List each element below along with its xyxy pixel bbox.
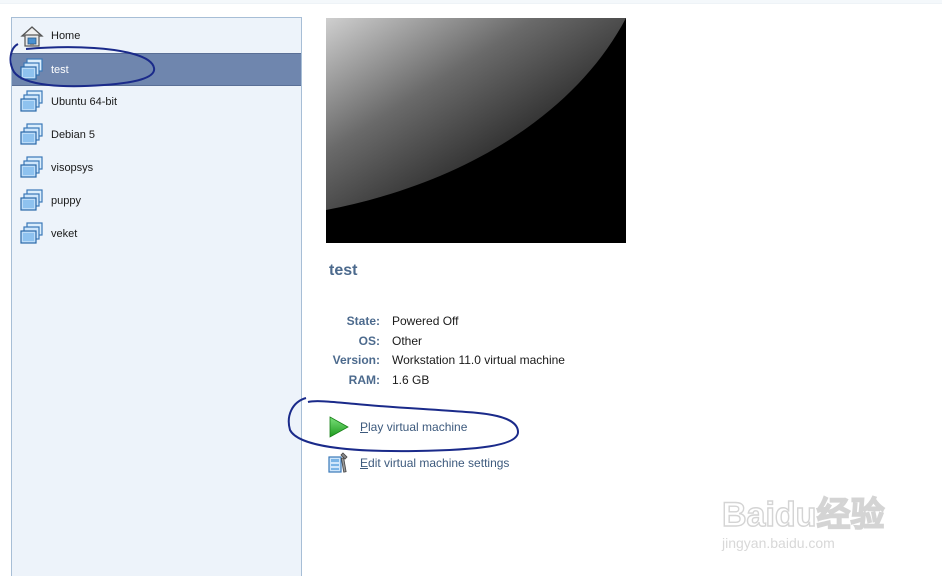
play-icon	[326, 415, 350, 439]
sidebar-item-debian[interactable]: Debian 5	[12, 119, 301, 150]
sidebar-item-test[interactable]: test	[12, 53, 301, 86]
edit-vm-label: Edit virtual machine settings	[360, 456, 509, 470]
detail-row-ram: RAM: 1.6 GB	[318, 371, 678, 391]
play-vm-accesskey: P	[360, 420, 369, 434]
top-border	[0, 0, 942, 4]
sidebar-item-puppy[interactable]: puppy	[12, 185, 301, 216]
settings-icon	[326, 451, 350, 475]
watermark-logo: Baidu经验	[722, 495, 884, 534]
vm-icon	[19, 188, 45, 214]
watermark-url: jingyan.baidu.com	[721, 535, 835, 551]
play-vm-label: Play virtual machine	[360, 420, 467, 434]
vm-name-title: test	[329, 262, 358, 279]
play-vm-button[interactable]: Play virtual machine	[326, 415, 467, 439]
sidebar-item-label: test	[51, 63, 69, 76]
play-vm-label-rest: lay virtual machine	[368, 420, 468, 434]
sidebar-item-label: puppy	[51, 194, 81, 207]
sidebar-item-label: visopsys	[51, 161, 94, 174]
vm-screen-preview[interactable]	[326, 18, 626, 243]
detail-value: Powered Off	[392, 314, 459, 328]
detail-value: Workstation 11.0 virtual machine	[392, 353, 565, 367]
vm-icon	[19, 57, 45, 83]
sidebar-item-label: Debian 5	[51, 128, 96, 141]
vm-details: State: Powered Off OS: Other Version: Wo…	[318, 312, 678, 390]
edit-vm-settings-button[interactable]: Edit virtual machine settings	[326, 451, 509, 475]
vm-icon	[19, 122, 45, 148]
sidebar-item-label: Home	[51, 29, 81, 42]
detail-key: OS:	[358, 333, 380, 348]
vm-icon	[19, 221, 45, 247]
edit-vm-label-rest: dit virtual machine settings	[368, 456, 510, 470]
vm-icon	[19, 89, 45, 115]
vm-library-sidebar: Home test Ubuntu 64-bit Debian 5 visopsy…	[11, 17, 302, 576]
sidebar-item-label: Ubuntu 64-bit	[51, 95, 118, 108]
sidebar-item-label: veket	[51, 227, 78, 240]
baidu-jingyan-watermark: Baidu经验 jingyan.baidu.com	[718, 474, 898, 554]
vm-icon	[19, 155, 45, 181]
sidebar-item-home[interactable]: Home	[12, 20, 301, 51]
detail-row-version: Version: Workstation 11.0 virtual machin…	[318, 351, 678, 371]
detail-key: Version:	[332, 353, 380, 367]
sidebar-item-veket[interactable]: veket	[12, 218, 301, 249]
detail-row-state: State: Powered Off	[318, 312, 678, 332]
detail-value: 1.6 GB	[392, 372, 430, 387]
sidebar-item-visopsys[interactable]: visopsys	[12, 152, 301, 183]
detail-row-os: OS: Other	[318, 332, 678, 352]
detail-value: Other	[392, 333, 423, 348]
edit-vm-accesskey: E	[360, 456, 369, 470]
detail-key: RAM:	[348, 372, 380, 387]
detail-key: State:	[346, 314, 380, 328]
home-icon	[19, 23, 45, 49]
sidebar-item-ubuntu[interactable]: Ubuntu 64-bit	[12, 86, 301, 117]
